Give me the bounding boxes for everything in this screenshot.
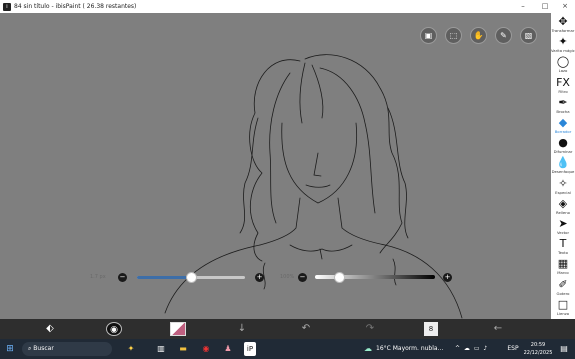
maximize-button[interactable]: □ [535, 0, 555, 13]
eraser-icon: ◆ [558, 116, 568, 129]
weather-text[interactable]: 16°C Mayorm. nubla... [376, 342, 452, 356]
tool-label: Lazo [558, 68, 568, 74]
filter-icon: FX [556, 75, 570, 89]
color-swatch-button[interactable] [170, 322, 186, 336]
tool-label: Vector [556, 230, 570, 235]
opacity-slider-knob[interactable] [334, 272, 345, 283]
os-taskbar: ⊞ ⌕ Buscar ✦ ▥ ▬ ◉ ♟ iP ☁ 16°C Mayorm. n… [0, 339, 575, 359]
ruler-toggle-button[interactable]: ✎ [495, 27, 512, 44]
size-value: 1.7 px [90, 274, 106, 280]
image-toggle-button[interactable]: ▧ [520, 27, 537, 44]
opacity-plus-button[interactable]: + [443, 273, 452, 282]
tool-label: Texto [557, 250, 568, 256]
clock-time: 20:59 [530, 342, 546, 348]
tool-label: Especial [555, 189, 571, 195]
transform-icon: ✥ [558, 15, 568, 28]
size-minus-button[interactable]: − [118, 273, 127, 282]
layers-button[interactable]: 8 [424, 322, 438, 336]
system-tray-icons[interactable]: ^ ☁ ▭ ♪ [455, 342, 503, 356]
close-button[interactable]: × [555, 0, 575, 13]
undo-icon[interactable]: ↶ [296, 322, 316, 336]
tool-label: Varita mágica [551, 48, 575, 54]
brush-icon: ✒ [558, 95, 568, 109]
tool-vector[interactable]: ➤ Vector [551, 217, 575, 239]
tool-magic-wand[interactable]: ✦ Varita mágica [551, 35, 575, 57]
tool-canvas[interactable]: □ Lienzo [551, 298, 575, 320]
tool-label: Transformar [551, 28, 575, 33]
layer-toggle-button[interactable]: ▣ [420, 27, 437, 44]
smudge-icon: ● [558, 136, 568, 150]
redo-icon[interactable]: ↷ [360, 322, 380, 336]
tool-eraser[interactable]: ◆ Borrador [551, 116, 575, 138]
tool-label: Lienzo [556, 310, 570, 316]
lasso-icon: ◯ [556, 55, 570, 69]
tool-sidebar: ✥ Transformar ✦ Varita mágica ◯ Lazo FX Filtro ✒… [551, 13, 575, 319]
tool-label: Desenfoque [551, 169, 575, 175]
special-icon: ✧ [558, 176, 568, 190]
size-slider-fill [137, 276, 191, 279]
tool-label: Borrador [554, 129, 572, 134]
tool-blur[interactable]: 💧 Desenfoque [551, 156, 575, 178]
minimize-button[interactable]: – [513, 0, 533, 13]
tool-label: Brocha [556, 108, 570, 114]
tool-frame[interactable]: ▦ Marco [551, 257, 575, 279]
tool-text[interactable]: T Texto [551, 237, 575, 259]
canvas-icon: □ [557, 297, 569, 311]
opacity-value: 100% [280, 274, 295, 280]
blur-icon: 💧 [556, 156, 570, 170]
tool-label: Relleno [556, 209, 570, 215]
tool-label: Difuminar [553, 149, 573, 155]
tool-brush[interactable]: ✒ Brocha [551, 96, 575, 118]
taskbar-search[interactable]: ⌕ Buscar [22, 342, 112, 356]
clock-date: 22/12/2025 [523, 350, 553, 356]
opacity-minus-button[interactable]: − [298, 273, 307, 282]
text-icon: T [559, 237, 567, 251]
copilot-icon[interactable]: ✦ [120, 342, 142, 356]
size-plus-button[interactable]: + [255, 273, 264, 282]
back-icon[interactable]: ← [488, 322, 508, 336]
brush-preview-icon[interactable]: ◉ [106, 322, 122, 336]
title-bar: i 84 sin título - ibisPaint ( 26.38 rest… [0, 0, 575, 13]
clock[interactable]: 20:59 22/12/2025 [521, 341, 555, 357]
tool-swap-icon[interactable]: ⬖ [40, 322, 60, 336]
window-title: 84 sin título - ibisPaint ( 26.38 restan… [14, 3, 137, 10]
weather-icon: ☁ [364, 344, 372, 353]
tool-label: Gotero [556, 290, 570, 296]
search-icon: ⌕ [28, 345, 32, 352]
app-icon: i [3, 2, 11, 11]
eyedropper-icon: ✐ [558, 277, 568, 291]
vector-icon: ➤ [558, 217, 568, 230]
language-indicator[interactable]: ESP [506, 342, 520, 356]
tool-label: Filtro [558, 88, 568, 94]
size-slider-knob[interactable] [186, 272, 197, 283]
arrow-down-icon[interactable]: ↓ [232, 322, 252, 336]
tool-special[interactable]: ✧ Especial [551, 177, 575, 199]
sketch-drawing [164, 54, 463, 319]
task-view-icon[interactable]: ▥ [155, 342, 167, 356]
tool-fill[interactable]: ◈ Relleno [551, 197, 575, 219]
file-explorer-icon[interactable]: ▬ [177, 342, 189, 356]
app-character-icon[interactable]: ♟ [222, 342, 234, 356]
vivaldi-icon[interactable]: ◉ [200, 342, 212, 356]
tool-transform[interactable]: ✥ Transformar [551, 15, 575, 37]
drawing-canvas[interactable]: ▣ ⬚ ✋ ✎ ▧ 1.7 px − + 100% − + [0, 13, 551, 319]
notifications-icon[interactable]: ▤ [558, 342, 570, 356]
search-placeholder: Buscar [33, 345, 54, 352]
selection-toggle-button[interactable]: ⬚ [445, 27, 462, 44]
tool-smudge[interactable]: ● Difuminar [551, 136, 575, 158]
tool-lasso[interactable]: ◯ Lazo [551, 55, 575, 77]
tool-label: Marco [557, 270, 569, 276]
windows-start-icon[interactable]: ⊞ [4, 342, 16, 356]
hand-toggle-button[interactable]: ✋ [470, 27, 487, 44]
tool-eyedropper[interactable]: ✐ Gotero [551, 278, 575, 300]
ibispaint-taskbar-icon[interactable]: iP [244, 342, 256, 356]
opacity-slider-track[interactable] [315, 275, 435, 279]
fill-icon: ◈ [558, 196, 568, 210]
magic-wand-icon: ✦ [558, 35, 568, 49]
frame-icon: ▦ [557, 257, 569, 271]
bottom-toolbar: ⬖ ◉ ↓ ↶ ↷ 8 ← [0, 319, 575, 339]
tool-filter[interactable]: FX Filtro [551, 76, 575, 98]
